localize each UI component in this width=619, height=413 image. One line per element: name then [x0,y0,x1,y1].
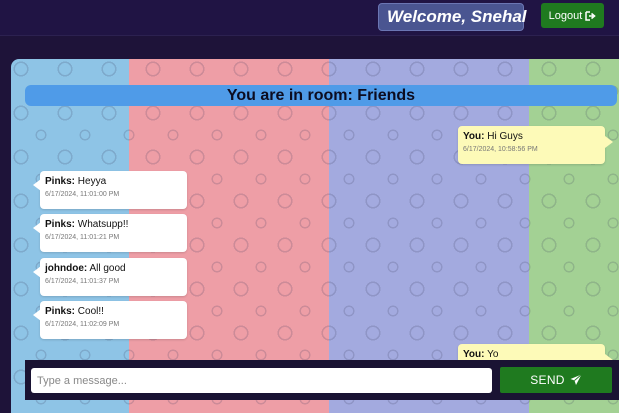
message-text: All good [89,263,126,274]
message-bubble-outgoing: You: Hi Guys 6/17/2024, 10:58:56 PM [458,126,613,164]
message-timestamp: 6/17/2024, 11:02:09 PM [45,321,120,328]
message-bubble-incoming: Pinks: Whatsupp!! 6/17/2024, 11:01:21 PM [33,214,187,252]
top-bar: Welcome, Snehal Logout [0,0,619,36]
logout-icon [585,10,597,21]
message-sender: You: [463,131,485,142]
message-input[interactable] [31,368,492,393]
message-timestamp: 6/17/2024, 11:01:21 PM [45,234,120,241]
send-button[interactable]: SEND [500,367,612,393]
welcome-badge: Welcome, Snehal [378,3,527,31]
message-line: You: Yo [463,349,599,360]
paper-plane-icon [570,374,582,385]
chat-panel: You are in room: Friends You: Hi Guys 6/… [11,59,619,413]
message-text: Heyya [77,176,107,187]
send-label: SEND [530,373,565,387]
message-bubble-incoming: Pinks: Heyya 6/17/2024, 11:01:00 PM [33,171,187,209]
message-bubble-incoming: Pinks: Cool!! 6/17/2024, 11:02:09 PM [33,301,187,339]
message-line: johndoe: All good [45,263,181,274]
message-sender: You: [463,349,485,360]
message-sender: Pinks: [45,176,76,187]
message-line: Pinks: Whatsupp!! [45,219,181,230]
message-sender: Pinks: [45,306,76,317]
message-timestamp: 6/17/2024, 10:58:56 PM [463,146,538,153]
room-title: You are in room: Friends [25,85,617,106]
message-text: Cool!! [77,306,104,317]
welcome-text: Welcome, Snehal [387,7,527,26]
message-timestamp: 6/17/2024, 11:01:37 PM [45,278,120,285]
message-timestamp: 6/17/2024, 11:01:00 PM [45,191,120,198]
message-sender: johndoe: [45,263,88,274]
message-sender: Pinks: [45,219,76,230]
message-text: Yo [487,349,499,360]
message-line: Pinks: Cool!! [45,306,181,317]
logout-label: Logout [548,9,583,22]
message-composer: SEND [25,360,619,400]
message-line: You: Hi Guys [463,131,599,142]
message-text: Hi Guys [487,131,523,142]
message-text: Whatsupp!! [77,219,129,230]
message-bubble-incoming: johndoe: All good 6/17/2024, 11:01:37 PM [33,258,187,296]
logout-button[interactable]: Logout [541,3,604,28]
message-line: Pinks: Heyya [45,176,181,187]
